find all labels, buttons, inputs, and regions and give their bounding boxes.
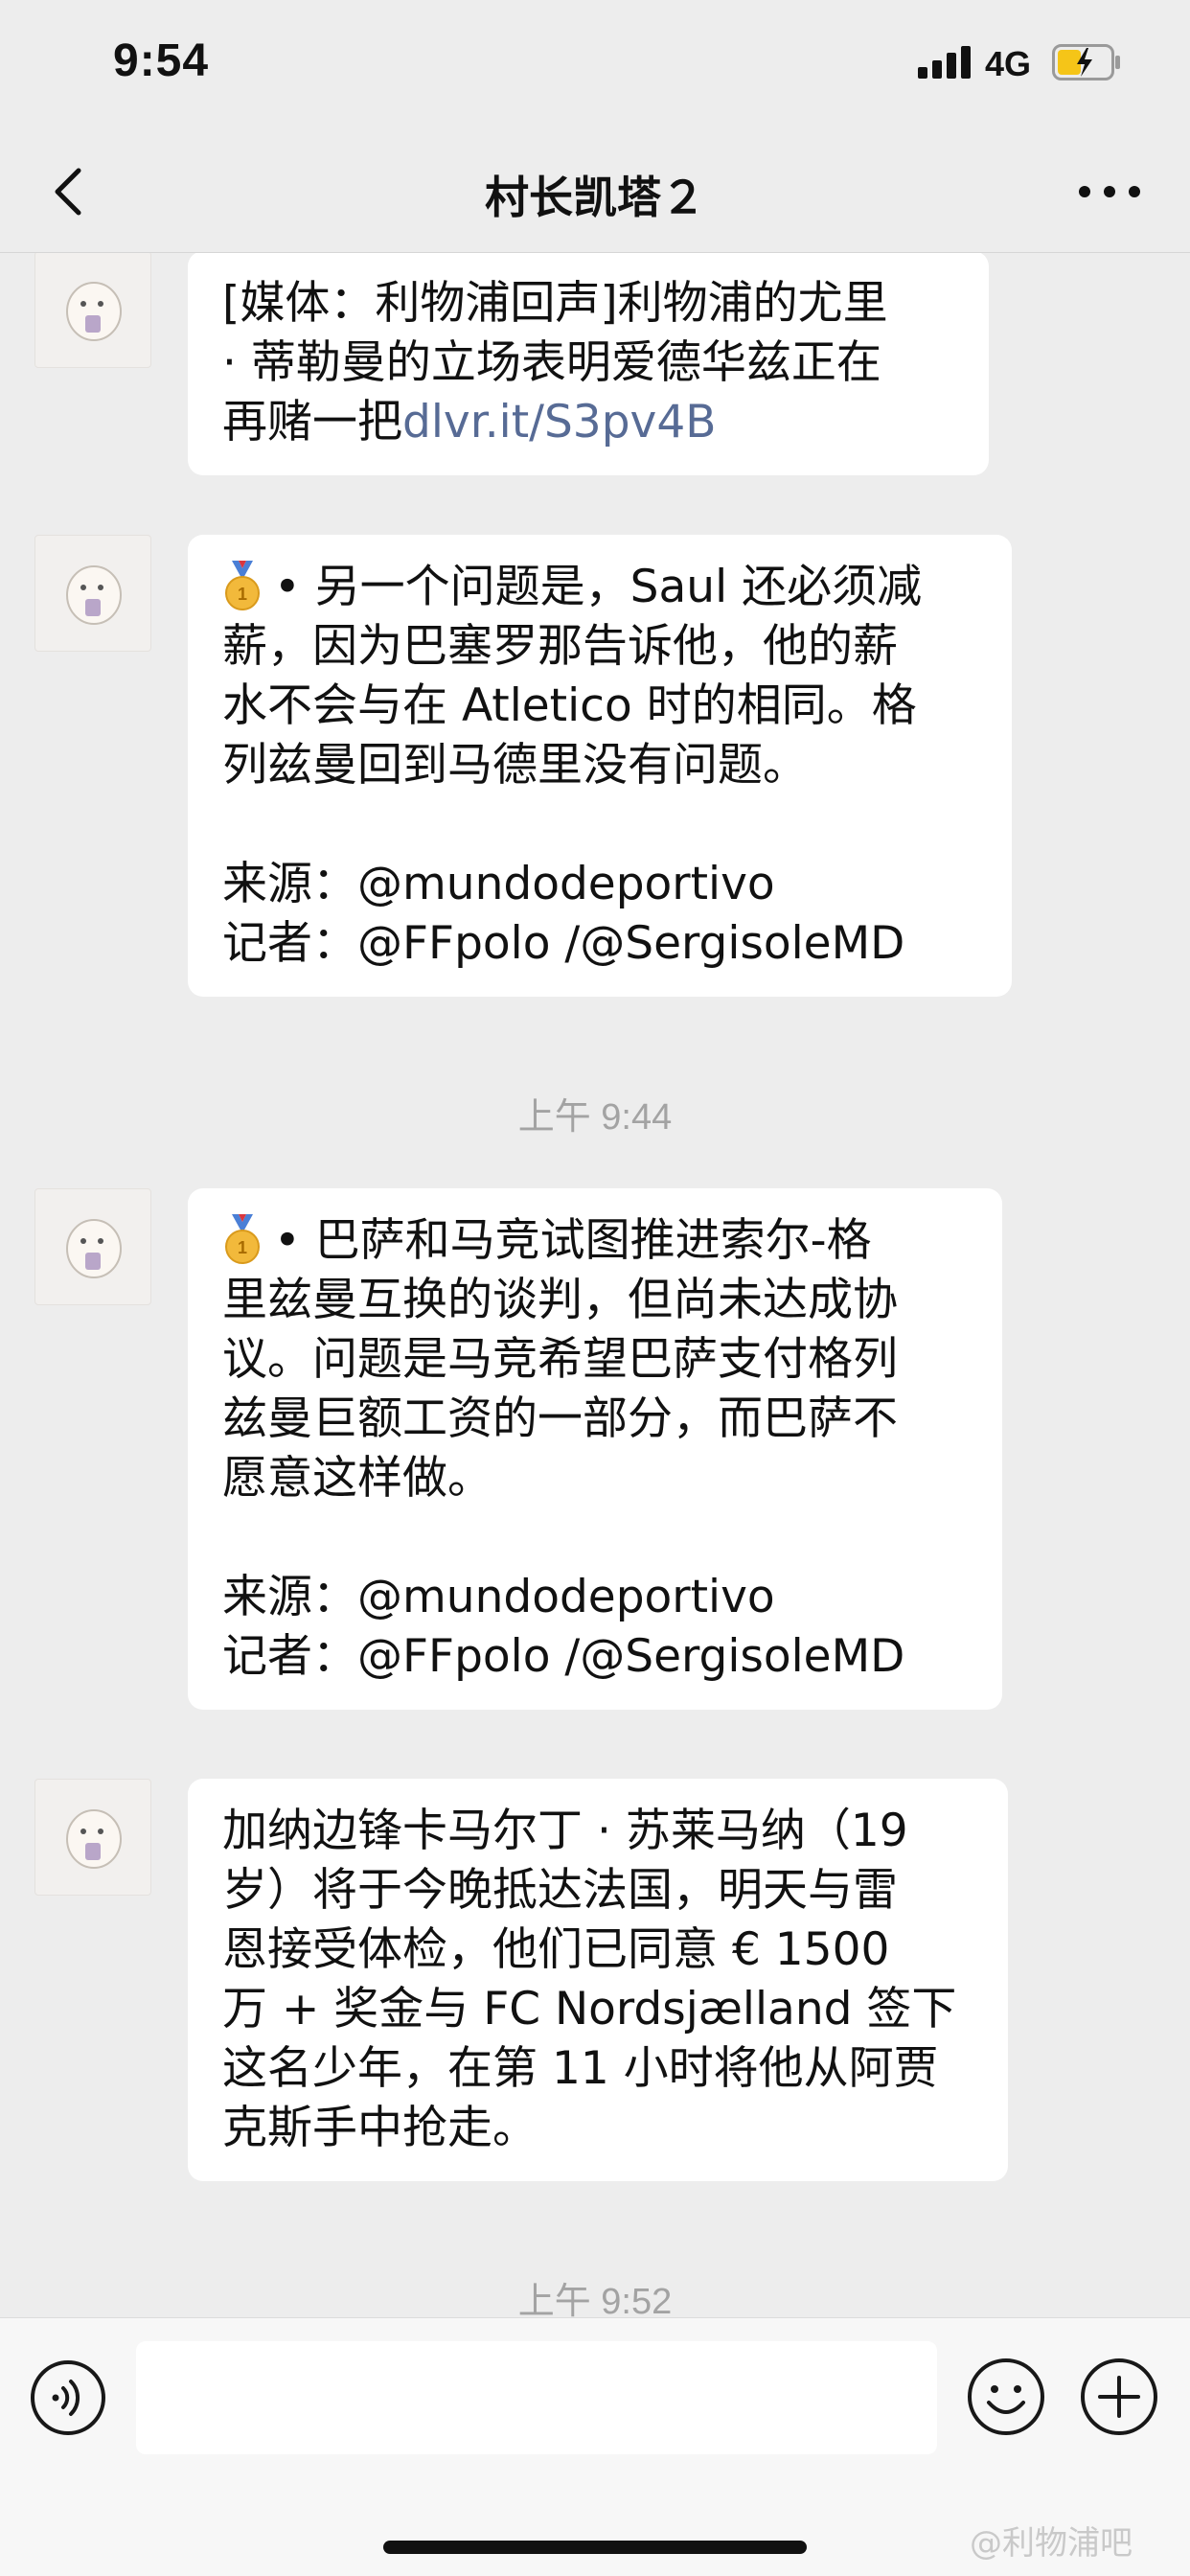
- message-input[interactable]: [136, 2341, 937, 2454]
- avatar-figure-icon: [66, 1219, 122, 1278]
- message-text-line: 再赌一把dlvr.it/S3pv4B: [222, 393, 960, 452]
- avatar-figure-icon: [66, 282, 122, 341]
- signal-icon: [918, 44, 972, 79]
- status-bar: 9:54 4G: [0, 0, 1190, 134]
- message-bubble[interactable]: 1 • 另一个问题是，Saul 还必须减 薪，因为巴塞罗那告诉他，他的薪 水不会与…: [188, 535, 1012, 997]
- sender-avatar[interactable]: [34, 253, 151, 368]
- message-reporter: 记者：@FFpolo /@SergisoleMD: [222, 917, 905, 970]
- avatar-figure-icon: [66, 1809, 122, 1869]
- message-link[interactable]: dlvr.it/S3pv4B: [402, 396, 717, 448]
- message-text-line: 薪，因为巴塞罗那告诉他，他的薪: [222, 620, 898, 673]
- plus-icon[interactable]: [1079, 2357, 1159, 2437]
- message-text-line: 1 • 巴萨和马竞试图推进索尔-格: [222, 1211, 973, 1271]
- svg-text:1: 1: [238, 585, 247, 604]
- gold-medal-icon: 1: [225, 1213, 260, 1264]
- chat-message-list[interactable]: [媒体：利物浦回声]利物浦的尤里 · 蒂勒曼的立场表明爱德华兹正在 再赌一把dl…: [0, 253, 1190, 2317]
- message-text-line: 恩接受体检，他们已同意 € 1500: [222, 1923, 890, 1976]
- message-reporter: 记者：@FFpolo /@SergisoleMD: [222, 1630, 905, 1683]
- emoji-icon[interactable]: [966, 2357, 1046, 2437]
- timestamp-separator: 上午 9:44: [517, 1097, 673, 1138]
- sender-avatar[interactable]: [34, 1779, 151, 1896]
- message-source: 来源：@mundodeportivo: [222, 858, 775, 910]
- status-time: 9:54: [113, 35, 210, 86]
- avatar-figure-icon: [66, 565, 122, 625]
- message-text-line: 克斯手中抢走。: [222, 2102, 538, 2154]
- message-text-line: 列兹曼回到马德里没有问题。: [222, 739, 808, 792]
- message-bubble[interactable]: 1 • 巴萨和马竞试图推进索尔-格 里兹曼互换的谈判，但尚未达成协 议。问题是马竞…: [188, 1188, 1002, 1710]
- timestamp-separator: 上午 9:52: [517, 2282, 673, 2317]
- message-bubble[interactable]: [媒体：利物浦回声]利物浦的尤里 · 蒂勒曼的立场表明爱德华兹正在 再赌一把dl…: [188, 253, 989, 475]
- message-text-line: 1 • 另一个问题是，Saul 还必须减: [222, 558, 983, 617]
- sender-avatar[interactable]: [34, 1188, 151, 1305]
- battery-charging-icon: [1052, 44, 1120, 80]
- message-text: • 巴萨和马竞试图推进索尔-格: [274, 1214, 872, 1267]
- more-dots-icon[interactable]: [1075, 172, 1144, 211]
- chat-title: 村长凯塔２: [485, 172, 705, 223]
- message-text-line: 里兹曼互换的谈判，但尚未达成协: [222, 1274, 898, 1326]
- message-text-line: 岁）将于今晚抵达法国，明天与雷: [222, 1864, 898, 1917]
- message-text-line: [媒体：利物浦回声]利物浦的尤里: [222, 277, 888, 330]
- message-text-line: 万 + 奖金与 FC Nordsjælland 签下: [222, 1983, 957, 2036]
- gold-medal-icon: 1: [225, 560, 260, 610]
- home-indicator[interactable]: [383, 2541, 807, 2554]
- voice-icon[interactable]: [29, 2358, 107, 2437]
- message-text-line: 水不会与在 Atletico 时的相同。格: [222, 679, 917, 732]
- nav-bar: 村长凯塔２: [0, 134, 1190, 253]
- message-text-line: 这名少年，在第 11 小时将他从阿贾: [222, 2042, 939, 2095]
- message-text-line: 加纳边锋卡马尔丁 · 苏莱马纳（19: [222, 1805, 908, 1857]
- message-text: • 另一个问题是，Saul 还必须减: [274, 561, 923, 613]
- message-text-line: 兹曼巨额工资的一部分，而巴萨不: [222, 1392, 898, 1445]
- svg-text:1: 1: [238, 1238, 247, 1257]
- message-text: 再赌一把: [222, 396, 402, 448]
- message-text-line: 议。问题是马竞希望巴萨支付格列: [222, 1333, 898, 1386]
- message-text-line: 愿意这样做。: [222, 1452, 492, 1505]
- sender-avatar[interactable]: [34, 535, 151, 652]
- network-type: 4G: [985, 44, 1032, 83]
- message-bubble[interactable]: 加纳边锋卡马尔丁 · 苏莱马纳（19 岁）将于今晚抵达法国，明天与雷 恩接受体检…: [188, 1779, 1008, 2181]
- message-text-line: · 蒂勒曼的立场表明爱德华兹正在: [222, 336, 881, 389]
- watermark: @利物浦吧: [970, 2524, 1133, 2563]
- message-source: 来源：@mundodeportivo: [222, 1571, 775, 1623]
